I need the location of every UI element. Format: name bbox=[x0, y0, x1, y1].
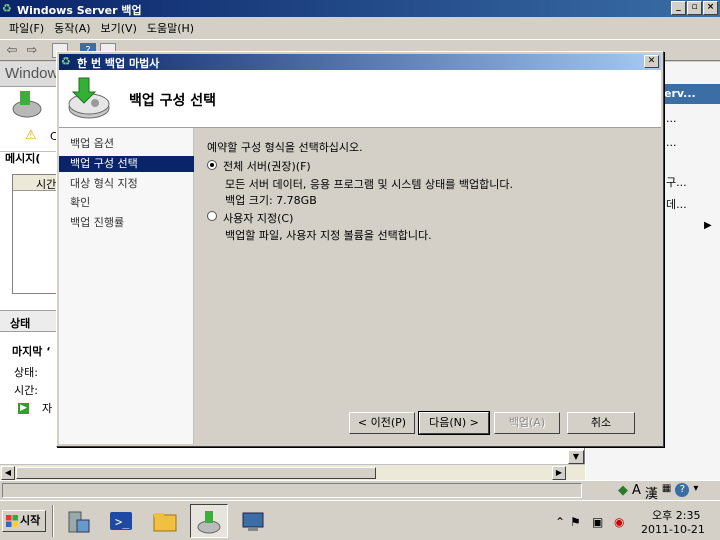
step-backup-options[interactable]: 백업 옵션 bbox=[59, 136, 194, 152]
remote-desktop-taskbar-icon[interactable] bbox=[234, 504, 272, 538]
last-backup-heading: 마지막 ‘ bbox=[12, 345, 51, 358]
menu-bar: 파일(F) 동작(A) 보기(V) 도움말(H) bbox=[0, 17, 720, 39]
taskbar-separator bbox=[52, 505, 54, 537]
status-pane bbox=[2, 483, 582, 498]
powershell-taskbar-icon[interactable]: >_ bbox=[102, 504, 140, 538]
svg-text:>_: >_ bbox=[115, 515, 130, 529]
start-button[interactable]: 시작 bbox=[2, 510, 46, 532]
time-label: 시간: bbox=[14, 384, 38, 397]
dialog-header: 백업 구성 선택 bbox=[59, 70, 661, 128]
menu-view[interactable]: 보기(V) bbox=[96, 20, 142, 36]
backup-taskbar-icon[interactable] bbox=[190, 504, 228, 538]
status-bar: ◆ A 漢 ▦ ? ▾ bbox=[0, 480, 720, 502]
ime-help-icon[interactable]: ? bbox=[675, 483, 690, 497]
full-server-label[interactable]: 전체 서버(권장)(F) bbox=[223, 158, 311, 174]
app-title: Windows Server 백업 bbox=[17, 4, 142, 17]
wizard-main-panel: 예약할 구성 형식을 선택하십시오. 전체 서버(권장)(F) 모든 서버 데이… bbox=[195, 128, 661, 444]
app-titlebar: ♻ Windows Server 백업 _ ▫ × bbox=[0, 0, 720, 17]
previous-button[interactable]: < 이전(P) bbox=[349, 412, 415, 434]
action-item[interactable]: ... bbox=[666, 112, 677, 125]
action-center-flag-icon[interactable]: ⚑ bbox=[570, 515, 581, 529]
cancel-button[interactable]: 취소 bbox=[567, 412, 635, 434]
clock-time[interactable]: 오후 2:35 bbox=[652, 507, 700, 523]
menu-action[interactable]: 동작(A) bbox=[49, 20, 95, 36]
warning-icon: ⚠ bbox=[25, 128, 37, 143]
messages-heading: 메시지( bbox=[5, 152, 41, 165]
volume-muted-icon[interactable]: ◉ bbox=[614, 515, 624, 529]
show-hidden-icons-icon[interactable]: ⌃ bbox=[555, 515, 565, 529]
step-specify-destination-type[interactable]: 대상 형식 지정 bbox=[59, 176, 194, 192]
explorer-taskbar-icon[interactable] bbox=[146, 504, 184, 538]
action-item[interactable]: ... bbox=[666, 136, 677, 149]
scroll-left-arrow[interactable]: ◀ bbox=[1, 466, 15, 480]
forward-arrow-icon[interactable]: ⇨ bbox=[24, 43, 40, 58]
state-label: 상태: bbox=[14, 366, 38, 379]
dialog-title: 한 번 백업 마법사 bbox=[77, 57, 160, 70]
step-backup-progress[interactable]: 백업 진행률 bbox=[59, 215, 194, 231]
back-arrow-icon[interactable]: ⇦ bbox=[4, 43, 20, 58]
windows-logo-icon bbox=[6, 515, 18, 527]
next-button[interactable]: 다음(N) > bbox=[418, 411, 490, 435]
custom-description: 백업할 파일, 사용자 지정 볼륨을 선택합니다. bbox=[225, 229, 432, 242]
wizard-steps-nav: 백업 옵션 백업 구성 선택 대상 형식 지정 확인 백업 진행률 bbox=[59, 128, 194, 444]
backup-size-text: 백업 크기: 7.78GB bbox=[225, 194, 317, 207]
menu-help[interactable]: 도움말(H) bbox=[142, 20, 199, 36]
close-button[interactable]: × bbox=[703, 1, 718, 15]
server-manager-taskbar-icon[interactable] bbox=[60, 504, 98, 538]
step-confirmation[interactable]: 확인 bbox=[59, 195, 194, 211]
dialog-titlebar[interactable]: ♻ 한 번 백업 마법사 ✕ bbox=[59, 54, 661, 70]
menu-file[interactable]: 파일(F) bbox=[4, 20, 49, 36]
backup-once-wizard: ♻ 한 번 백업 마법사 ✕ 백업 구성 선택 백업 옵션 백업 구성 선택 대… bbox=[56, 51, 664, 447]
restore-button[interactable]: ▫ bbox=[687, 1, 702, 15]
arrow-right-icon: ▶ bbox=[18, 403, 29, 414]
vertical-scroll-down-arrow[interactable]: ▼ bbox=[568, 450, 584, 464]
action-item[interactable]: 데... bbox=[666, 196, 687, 212]
dialog-close-button[interactable]: ✕ bbox=[644, 55, 659, 68]
backup-app-icon: ♻ bbox=[2, 2, 12, 15]
minimize-button[interactable]: _ bbox=[671, 1, 686, 15]
taskbar: 시작 >_ ⌃ ⚑ ▣ ◉ 오후 2:35 2011-10-21 bbox=[0, 500, 720, 540]
network-icon[interactable]: ▣ bbox=[592, 515, 603, 529]
scroll-right-arrow[interactable]: ▶ bbox=[552, 466, 566, 480]
clock-date[interactable]: 2011-10-21 bbox=[641, 523, 705, 536]
horizontal-scrollbar[interactable]: ◀ ▶ bbox=[0, 464, 585, 480]
backup-button[interactable]: 백업(A) bbox=[494, 412, 560, 434]
wizard-title-icon: ♻ bbox=[61, 55, 71, 68]
full-server-radio[interactable] bbox=[207, 160, 217, 170]
chevron-right-icon[interactable]: ▶ bbox=[704, 220, 712, 231]
messages-list[interactable]: 시간 bbox=[12, 174, 62, 294]
configuration-prompt: 예약할 구성 형식을 선택하십시오. bbox=[207, 141, 363, 154]
custom-label[interactable]: 사용자 지정(C) bbox=[223, 210, 293, 226]
scroll-thumb[interactable] bbox=[16, 467, 376, 479]
details-link[interactable]: ▶ 자 bbox=[18, 400, 52, 415]
time-column-header[interactable]: 시간 bbox=[13, 175, 61, 191]
backup-drive-icon bbox=[12, 91, 42, 118]
system-tray: ⌃ ⚑ ▣ ◉ 오후 2:35 2011-10-21 bbox=[552, 503, 720, 539]
full-server-description: 모든 서버 데이터, 응용 프로그램 및 시스템 상태를 백업합니다. bbox=[225, 178, 513, 191]
step-select-configuration[interactable]: 백업 구성 선택 bbox=[59, 156, 194, 172]
status-heading: 상태 bbox=[10, 317, 31, 330]
custom-radio[interactable] bbox=[207, 211, 217, 221]
backup-wizard-icon bbox=[68, 77, 110, 119]
wizard-page-heading: 백업 구성 선택 bbox=[129, 93, 217, 109]
action-item[interactable]: 구... bbox=[666, 174, 687, 190]
